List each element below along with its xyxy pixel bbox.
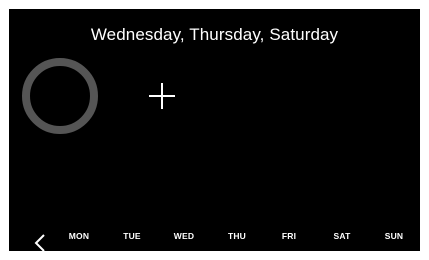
day-selector-screen: Wednesday, Thursday, Saturday MON TUE WE… xyxy=(9,9,420,251)
day-wed[interactable]: WED xyxy=(165,231,203,251)
chevron-left-icon[interactable] xyxy=(32,233,48,251)
progress-ring xyxy=(22,58,98,134)
day-tue[interactable]: TUE xyxy=(113,231,151,251)
day-label: SAT xyxy=(333,231,351,241)
day-label: TUE xyxy=(123,231,141,241)
add-icon[interactable] xyxy=(149,83,175,109)
day-thu[interactable]: THU xyxy=(218,231,256,251)
day-sun[interactable]: SUN xyxy=(375,231,413,251)
day-sat[interactable]: SAT xyxy=(323,231,361,251)
day-label: FRI xyxy=(281,231,297,241)
day-fri[interactable]: FRI xyxy=(270,231,308,251)
day-label: THU xyxy=(227,231,247,241)
page-title: Wednesday, Thursday, Saturday xyxy=(90,25,339,44)
day-label: SUN xyxy=(384,231,404,241)
day-label: MON xyxy=(68,231,90,241)
day-label: WED xyxy=(173,231,195,241)
day-mon[interactable]: MON xyxy=(60,231,98,251)
